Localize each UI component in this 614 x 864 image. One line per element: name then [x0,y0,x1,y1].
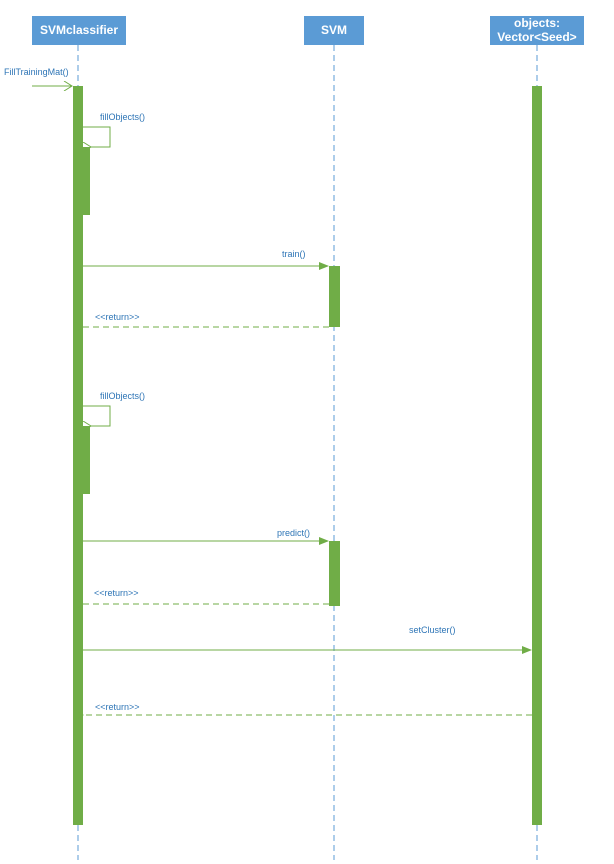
message-return-2-label: <<return>> [94,588,139,598]
activation-svmclassifier-self-2 [81,426,90,494]
activation-svm-predict [329,541,340,606]
sequence-diagram [32,45,542,860]
activation-svm-train [329,266,340,327]
activation-objects [532,86,542,825]
message-fill-objects-1-label: fillObjects() [100,112,146,122]
message-fill-objects-2-label: fillObjects() [100,391,146,401]
message-fill-objects-2-arrow [83,405,111,426]
message-set-cluster-label: setCluster() [409,625,456,635]
message-fill-training-mat-label: FillTrainingMat() [4,67,69,77]
activation-svmclassifier-self-1 [81,147,90,215]
message-return-1-label: <<return>> [95,312,140,322]
message-return-3-label: <<return>> [95,702,140,712]
message-predict-label: predict() [277,528,311,538]
message-fill-objects-1-arrow [83,126,111,147]
message-train-label: train() [282,249,306,259]
